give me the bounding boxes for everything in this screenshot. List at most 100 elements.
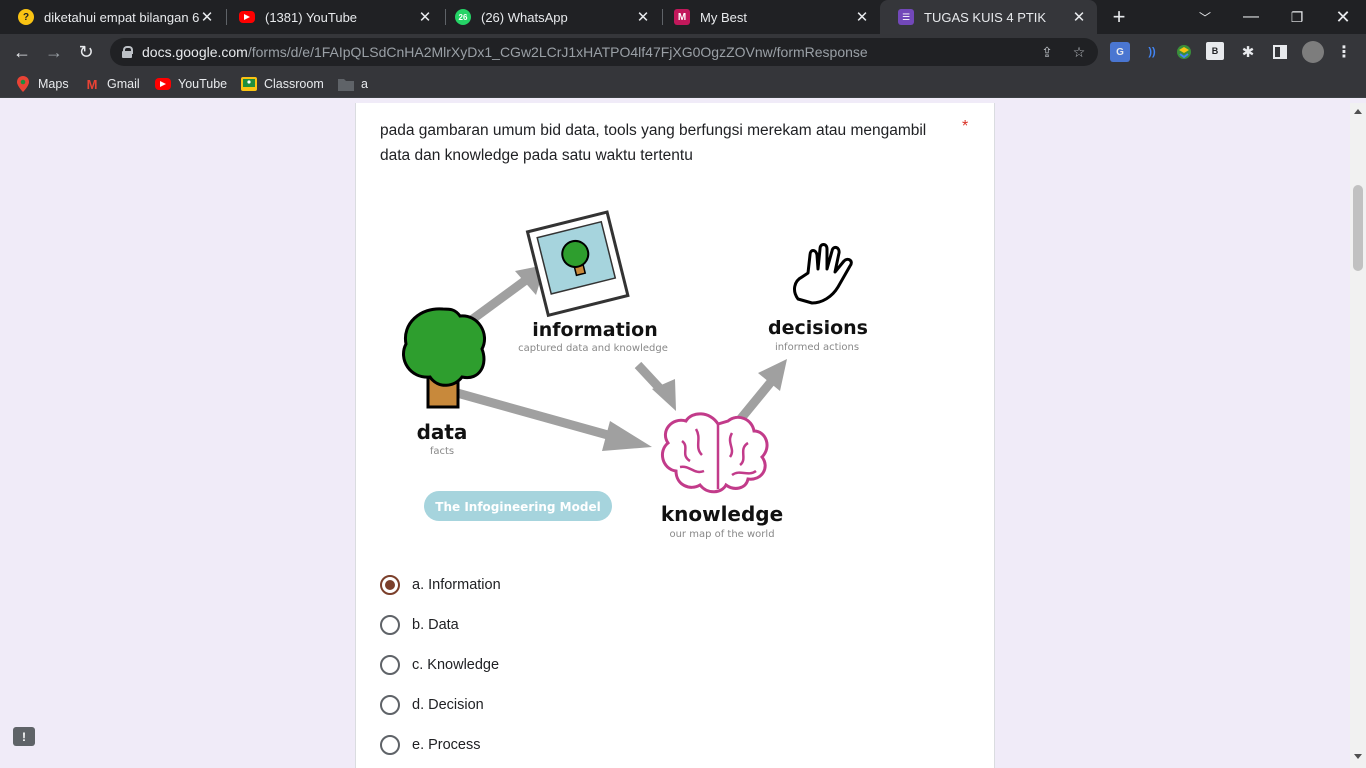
mybest-icon: M — [674, 9, 690, 25]
bookmark-label: Maps — [38, 77, 69, 91]
bookmark-label: a — [361, 77, 368, 91]
information-title: information — [532, 319, 658, 341]
radio-button[interactable] — [380, 615, 400, 635]
tab-title: (26) WhatsApp — [481, 9, 568, 25]
bookmark-label: Classroom — [264, 77, 324, 91]
report-problem-icon[interactable]: ! — [13, 727, 35, 746]
required-asterisk: * — [962, 118, 969, 135]
profile-avatar[interactable] — [1302, 41, 1324, 63]
close-icon[interactable]: ✕ — [1071, 8, 1087, 26]
close-icon[interactable]: ✕ — [854, 8, 870, 26]
tab-whatsapp[interactable]: 26 (26) WhatsApp ✕ — [437, 0, 661, 34]
form-page: pada gambaran umum bid data, tools yang … — [0, 103, 1350, 768]
share-icon[interactable]: ⇪ — [1038, 43, 1056, 61]
tree-icon — [402, 307, 486, 409]
data-subtitle: facts — [430, 446, 454, 457]
arrow-data-to-knowledge — [448, 386, 652, 451]
whatsapp-icon: 26 — [455, 9, 471, 25]
close-icon[interactable]: ✕ — [199, 8, 215, 26]
tab-tugas-kuis[interactable]: ☰ TUGAS KUIS 4 PTIK ✕ — [880, 0, 1097, 34]
option-label: e. Process — [412, 737, 481, 753]
folder-icon — [338, 76, 354, 92]
bookmark-youtube[interactable]: YouTube — [155, 70, 227, 98]
scroll-thumb[interactable] — [1353, 185, 1363, 271]
new-tab-button[interactable]: + — [1096, 0, 1142, 34]
audio-icon[interactable]: )) — [1142, 42, 1162, 62]
lock-icon[interactable] — [122, 46, 133, 58]
data-title: data — [417, 420, 468, 444]
answer-options: a. Information b. Data c. Knowledge d. D… — [380, 565, 501, 765]
option-d[interactable]: d. Decision — [380, 685, 501, 725]
translate-icon[interactable]: G — [1110, 42, 1130, 62]
bookmark-maps[interactable]: Maps — [15, 70, 69, 98]
radio-button[interactable] — [380, 575, 400, 595]
toolbar: ← → ↻ docs.google.com/forms/d/e/1FAIpQLS… — [0, 34, 1366, 70]
question-icon: ? — [18, 9, 34, 25]
tab-strip: ? diketahui empat bilangan 60. ✕ (1381) … — [0, 0, 1366, 34]
close-window-button[interactable]: ✕ — [1320, 0, 1366, 34]
infogineering-model-image: data facts information captured data and… — [402, 210, 868, 540]
arrow-data-to-information — [463, 265, 545, 328]
classroom-icon — [241, 76, 257, 92]
bookmark-label: Gmail — [107, 77, 140, 91]
url-text: docs.google.com/forms/d/e/1FAIpQLSdCnHA2… — [142, 44, 868, 60]
youtube-icon — [239, 11, 255, 23]
minimize-button[interactable]: — — [1228, 0, 1274, 34]
gmail-icon: M — [86, 76, 98, 92]
scroll-up-icon[interactable] — [1354, 109, 1362, 114]
option-label: c. Knowledge — [412, 657, 500, 673]
hand-icon — [793, 243, 853, 305]
bookmark-gmail[interactable]: M Gmail — [84, 70, 140, 98]
radio-button[interactable] — [380, 655, 400, 675]
url-path: /forms/d/e/1FAIpQLSdCnHA2MlrXyDx1_CGw2LC… — [247, 44, 868, 60]
b-extension-icon[interactable]: B — [1206, 42, 1224, 60]
youtube-icon — [155, 76, 171, 92]
information-subtitle: captured data and knowledge — [518, 343, 668, 354]
model-badge-label: The Infogineering Model — [435, 500, 600, 514]
forward-button[interactable]: → — [40, 38, 68, 66]
page-scrollbar[interactable] — [1350, 103, 1366, 768]
puzzle-icon[interactable]: ✱ — [1238, 42, 1258, 62]
forms-icon: ☰ — [898, 9, 914, 25]
option-e[interactable]: e. Process — [380, 725, 501, 765]
knowledge-subtitle: our map of the world — [669, 529, 774, 540]
decisions-subtitle: informed actions — [775, 342, 859, 353]
tab-search-button[interactable]: ﹀ — [1182, 0, 1228, 34]
arrow-information-to-knowledge — [634, 361, 676, 411]
brain-icon — [660, 412, 769, 494]
photo-icon — [525, 210, 630, 318]
close-icon[interactable]: ✕ — [417, 8, 433, 26]
tab-title: diketahui empat bilangan 60. — [44, 9, 199, 25]
decisions-title: decisions — [768, 317, 868, 339]
option-a[interactable]: a. Information — [380, 565, 501, 605]
bookmark-classroom[interactable]: Classroom — [241, 70, 324, 98]
radio-button[interactable] — [380, 735, 400, 755]
radio-button[interactable] — [380, 695, 400, 715]
address-bar[interactable]: docs.google.com/forms/d/e/1FAIpQLSdCnHA2… — [110, 38, 1098, 66]
knowledge-title: knowledge — [661, 502, 783, 526]
tab-mybest[interactable]: M My Best ✕ — [656, 0, 880, 34]
option-c[interactable]: c. Knowledge — [380, 645, 501, 685]
menu-icon[interactable]: ⋮ — [1334, 42, 1354, 62]
star-icon[interactable]: ☆ — [1070, 43, 1088, 61]
tab-youtube[interactable]: (1381) YouTube ✕ — [221, 0, 443, 34]
scroll-down-icon[interactable] — [1354, 754, 1362, 759]
tab-question[interactable]: ? diketahui empat bilangan 60. ✕ — [0, 0, 225, 34]
url-host: docs.google.com — [142, 44, 248, 60]
option-label: d. Decision — [412, 697, 484, 713]
bookmarks-bar: Maps M Gmail YouTube Classroom a — [0, 70, 1366, 98]
side-panel-icon[interactable] — [1270, 42, 1290, 62]
reload-button[interactable]: ↻ — [72, 38, 100, 66]
option-label: b. Data — [412, 617, 459, 633]
extension-globe-icon[interactable] — [1174, 42, 1194, 62]
question-card: pada gambaran umum bid data, tools yang … — [355, 103, 995, 768]
question-text: pada gambaran umum bid data, tools yang … — [380, 122, 927, 164]
option-label: a. Information — [412, 577, 501, 593]
tab-title: (1381) YouTube — [265, 9, 358, 25]
restore-button[interactable]: ❐ — [1274, 0, 1320, 34]
maps-icon — [15, 76, 31, 92]
option-b[interactable]: b. Data — [380, 605, 501, 645]
close-icon[interactable]: ✕ — [635, 8, 651, 26]
back-button[interactable]: ← — [8, 38, 36, 66]
bookmark-a[interactable]: a — [338, 70, 368, 98]
